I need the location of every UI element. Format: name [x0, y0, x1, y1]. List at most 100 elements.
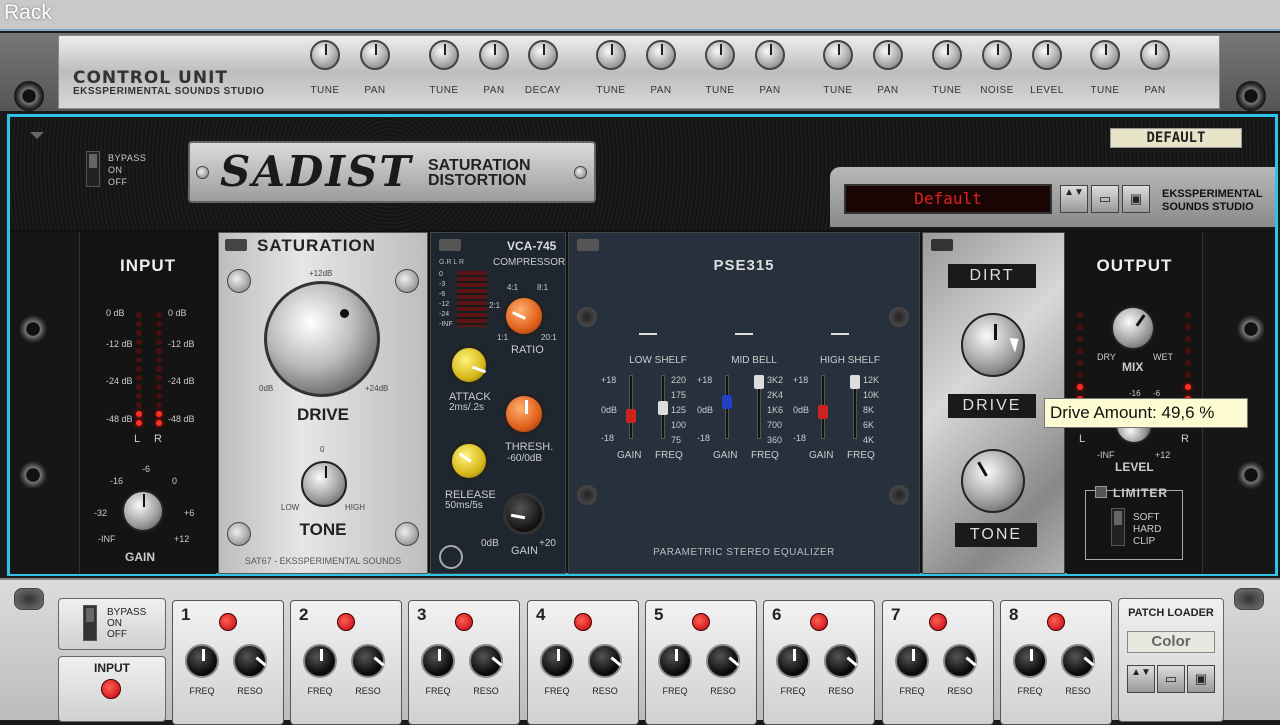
channel-number: 3	[417, 605, 427, 624]
control-unit-knob[interactable]	[646, 40, 676, 70]
tone-low-label: LOW	[281, 503, 300, 512]
control-unit-knob[interactable]	[705, 40, 735, 70]
ratio-knob[interactable]	[503, 295, 545, 337]
tone-knob[interactable]	[301, 461, 347, 507]
channel-led[interactable]	[337, 613, 355, 631]
save-icon[interactable]: ▣	[1122, 185, 1150, 213]
clip-mode-switch[interactable]	[1111, 508, 1125, 546]
jack-icon[interactable]	[1236, 314, 1266, 344]
input-meter-led	[136, 312, 142, 318]
freq-knob[interactable]	[776, 644, 810, 678]
reso-knob[interactable]	[943, 644, 977, 678]
freq-knob[interactable]	[421, 644, 455, 678]
freq-knob[interactable]	[658, 644, 692, 678]
channel-led[interactable]	[929, 613, 947, 631]
channel-number: 1	[181, 605, 191, 624]
channel-led[interactable]	[219, 613, 237, 631]
jack-icon[interactable]	[18, 314, 48, 344]
control-unit-knob[interactable]	[596, 40, 626, 70]
reso-knob[interactable]	[351, 644, 385, 678]
reso-knob[interactable]	[824, 644, 858, 678]
input-gain-knob[interactable]	[122, 490, 164, 532]
filter-channel: 2 FREQ RESO	[290, 600, 402, 725]
wet-label: WET	[1153, 352, 1173, 362]
patch-updown-button[interactable]: ▲▼	[1060, 185, 1088, 213]
fold-arrow-icon[interactable]	[225, 239, 247, 251]
release-knob[interactable]	[449, 441, 489, 481]
channel-led[interactable]	[574, 613, 592, 631]
compressor-gain-label: GAIN	[511, 545, 538, 557]
control-unit-knob[interactable]	[755, 40, 785, 70]
eq-freq-fader-cap[interactable]	[850, 375, 860, 389]
threshold-knob[interactable]	[503, 393, 545, 435]
eq-freq-label: FREQ	[751, 450, 779, 461]
mix-knob[interactable]	[1111, 306, 1155, 350]
bypass-switch[interactable]	[86, 151, 100, 187]
reso-knob[interactable]	[588, 644, 622, 678]
folder-icon[interactable]: ▭	[1091, 185, 1119, 213]
channel-led[interactable]	[1047, 613, 1065, 631]
control-unit-subtitle: EKSSPERIMENTAL SOUNDS STUDIO	[73, 86, 265, 97]
jack-icon[interactable]	[1236, 460, 1266, 490]
control-unit-knob[interactable]	[429, 40, 459, 70]
eq-gain-fader-cap[interactable]	[818, 405, 828, 419]
compressor-gain-knob[interactable]	[503, 493, 545, 535]
input-meter-led	[156, 312, 162, 318]
channel-led[interactable]	[692, 613, 710, 631]
freq-knob[interactable]	[1013, 644, 1047, 678]
jack-icon[interactable]	[14, 81, 44, 111]
save-icon[interactable]: ▣	[1187, 665, 1215, 693]
control-unit-knob[interactable]	[982, 40, 1012, 70]
limiter-checkbox[interactable]	[1095, 486, 1107, 498]
fold-arrow-icon[interactable]	[30, 132, 44, 139]
control-unit-knob[interactable]	[479, 40, 509, 70]
control-unit-knob-label: PAN	[364, 85, 386, 96]
patch-display[interactable]: Default	[844, 184, 1052, 214]
knob-pointer	[912, 649, 915, 661]
freq-knob[interactable]	[185, 644, 219, 678]
eq-gain-fader-cap[interactable]	[722, 395, 732, 409]
window-title: Rack	[4, 1, 52, 24]
bottom-bypass-switch[interactable]	[83, 605, 97, 641]
control-unit-knob[interactable]	[1140, 40, 1170, 70]
control-unit-knob[interactable]	[1090, 40, 1120, 70]
control-unit-knob[interactable]	[873, 40, 903, 70]
jack-icon[interactable]	[18, 460, 48, 490]
dirt-tone-knob[interactable]	[961, 449, 1025, 513]
jack-icon[interactable]	[1236, 81, 1266, 111]
reso-knob[interactable]	[469, 644, 503, 678]
drive-label: DRIVE	[297, 405, 349, 424]
control-unit-knob[interactable]	[932, 40, 962, 70]
control-unit-knob[interactable]	[360, 40, 390, 70]
freq-knob[interactable]	[895, 644, 929, 678]
reso-knob[interactable]	[1061, 644, 1095, 678]
control-unit-knob[interactable]	[528, 40, 558, 70]
patch-loader-display[interactable]: Color	[1127, 631, 1215, 653]
fold-arrow-icon[interactable]	[931, 239, 953, 251]
control-unit-knob[interactable]	[1032, 40, 1062, 70]
left-rail	[10, 232, 80, 574]
eq-freq-fader-cap[interactable]	[754, 375, 764, 389]
channel-led[interactable]	[810, 613, 828, 631]
input-gain-scale: -6	[142, 464, 151, 474]
control-unit-knob[interactable]	[823, 40, 853, 70]
fold-arrow-icon[interactable]	[577, 239, 599, 251]
input-meter-led	[156, 375, 162, 381]
attack-knob[interactable]	[449, 345, 489, 385]
reso-knob[interactable]	[233, 644, 267, 678]
control-unit-knob[interactable]	[310, 40, 340, 70]
reso-knob[interactable]	[706, 644, 740, 678]
eq-freq-fader-cap[interactable]	[658, 401, 668, 415]
freq-knob[interactable]	[540, 644, 574, 678]
eq-gain-fader-cap[interactable]	[626, 409, 636, 423]
drive-knob[interactable]	[264, 281, 380, 397]
freq-knob[interactable]	[303, 644, 337, 678]
folder-icon[interactable]: ▭	[1157, 665, 1185, 693]
channel-led[interactable]	[455, 613, 473, 631]
filter-channel: 8 FREQ RESO	[1000, 600, 1112, 725]
control-unit-knob-label: PAN	[483, 85, 505, 96]
fold-arrow-icon[interactable]	[439, 239, 461, 251]
patch-loader-updown-button[interactable]: ▲▼	[1127, 665, 1155, 693]
eq-gain-fader[interactable]	[629, 375, 633, 439]
patch-name-tag[interactable]: DEFAULT	[1110, 128, 1242, 148]
